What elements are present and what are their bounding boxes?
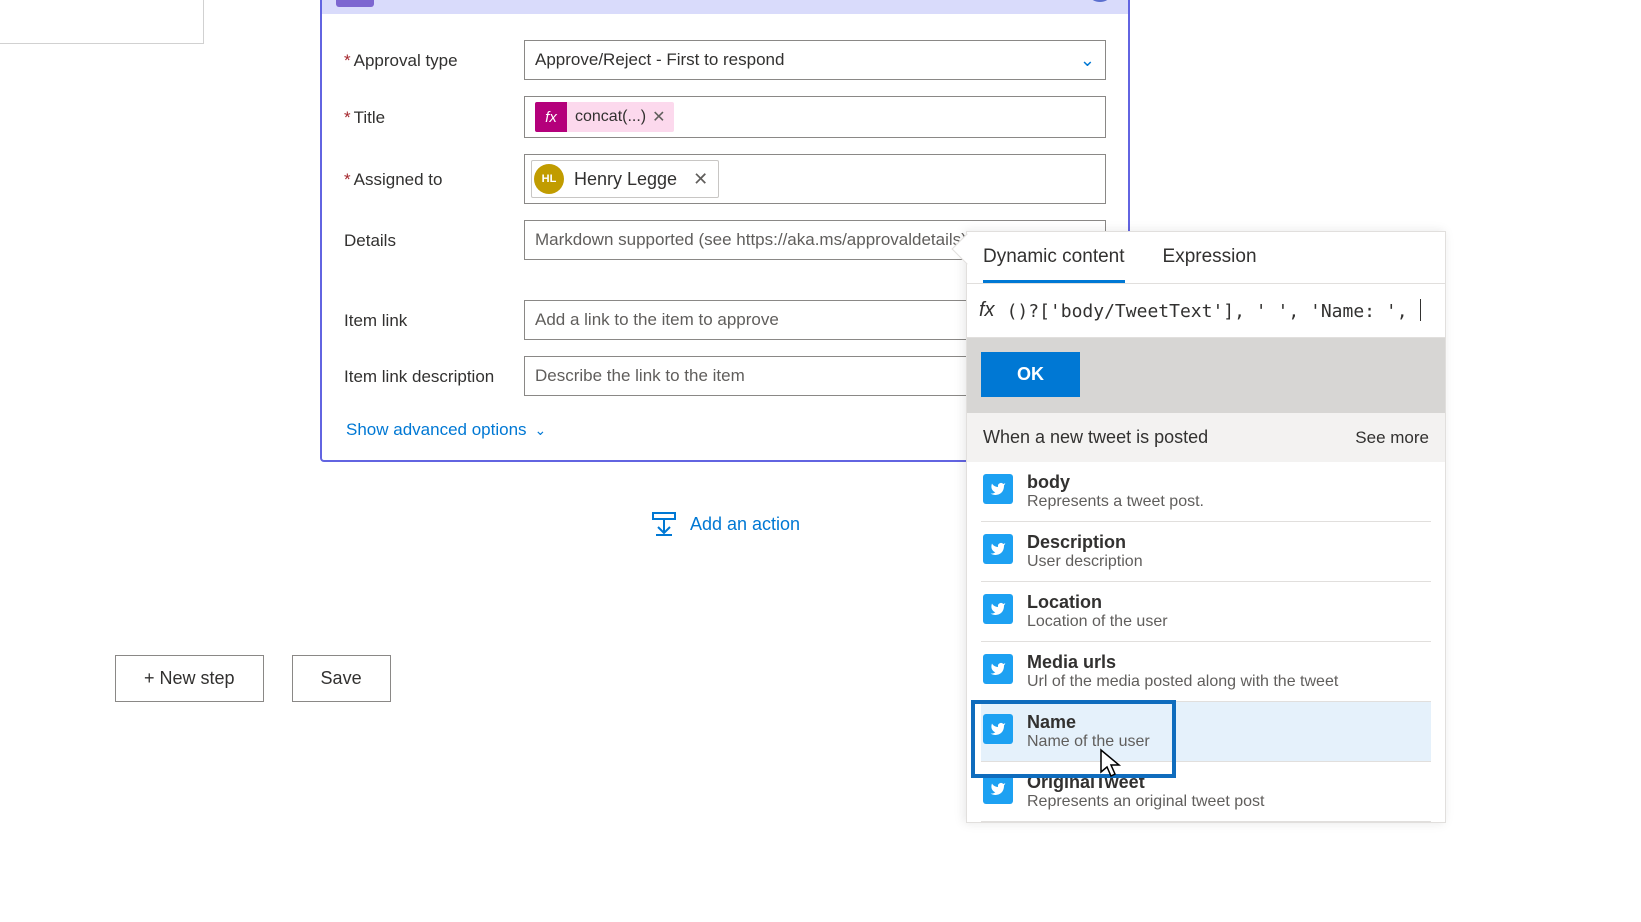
panel-tabs: Dynamic content Expression — [967, 232, 1445, 284]
item-link-desc-placeholder: Describe the link to the item — [535, 366, 745, 386]
item-desc: Url of the media posted along with the t… — [1027, 673, 1338, 691]
chevron-down-icon: ⌄ — [535, 422, 547, 439]
remove-person-icon[interactable]: ✕ — [687, 169, 708, 190]
item-title: Location — [1027, 592, 1168, 613]
item-link-placeholder: Add a link to the item to approve — [535, 310, 779, 330]
title-input[interactable]: fx concat(...) ✕ — [524, 96, 1106, 138]
title-label: *Title — [344, 106, 524, 128]
ok-button[interactable]: OK — [981, 352, 1080, 397]
item-desc: Represents a tweet post. — [1027, 493, 1204, 511]
avatar: HL — [534, 164, 564, 194]
item-desc: Represents an original tweet post — [1027, 793, 1264, 811]
item-title: Description — [1027, 532, 1143, 553]
item-desc: Location of the user — [1027, 613, 1168, 631]
item-link-label: Item link — [344, 309, 524, 331]
card-header[interactable] — [322, 0, 1128, 14]
assigned-to-label: *Assigned to — [344, 168, 524, 190]
section-title: When a new tweet is posted — [983, 427, 1208, 448]
tab-dynamic-content[interactable]: Dynamic content — [983, 246, 1125, 283]
person-name: Henry Legge — [574, 169, 677, 190]
dynamic-content-list: bodyRepresents a tweet post.DescriptionU… — [967, 462, 1445, 822]
twitter-icon — [983, 594, 1013, 624]
item-desc: Name of the user — [1027, 733, 1150, 751]
person-token[interactable]: HL Henry Legge ✕ — [531, 160, 719, 198]
left-panel-fragment — [0, 0, 204, 44]
dynamic-item-description[interactable]: DescriptionUser description — [981, 522, 1431, 582]
fx-icon: fx — [979, 299, 995, 322]
new-step-button[interactable]: + New step — [115, 655, 264, 702]
details-label: Details — [344, 229, 524, 251]
dynamic-item-originaltweet[interactable]: OriginalTweetRepresents an original twee… — [981, 762, 1431, 822]
twitter-icon — [983, 654, 1013, 684]
tab-expression[interactable]: Expression — [1163, 246, 1257, 283]
fx-icon: fx — [535, 102, 567, 132]
approval-type-value: Approve/Reject - First to respond — [535, 50, 784, 70]
dynamic-item-name[interactable]: NameName of the user — [981, 702, 1431, 762]
expression-input[interactable]: fx ()?['body/TweetText'], ' ', 'Name: ', — [967, 284, 1445, 338]
expression-text: ()?['body/TweetText'], ' ', 'Name: ', — [1007, 299, 1424, 322]
approvals-icon — [336, 0, 374, 7]
chevron-down-icon: ⌄ — [1080, 50, 1095, 71]
dynamic-item-location[interactable]: LocationLocation of the user — [981, 582, 1431, 642]
twitter-icon — [983, 474, 1013, 504]
add-action-icon — [650, 510, 678, 538]
twitter-icon — [983, 714, 1013, 744]
add-action-label: Add an action — [690, 514, 800, 535]
dynamic-item-body[interactable]: bodyRepresents a tweet post. — [981, 462, 1431, 522]
approval-type-select[interactable]: Approve/Reject - First to respond ⌄ — [524, 40, 1106, 80]
remove-token-icon[interactable]: ✕ — [652, 107, 665, 127]
item-title: body — [1027, 472, 1204, 493]
twitter-icon — [983, 774, 1013, 804]
see-more-link[interactable]: See more — [1355, 428, 1429, 448]
assigned-to-input[interactable]: HL Henry Legge ✕ — [524, 154, 1106, 204]
save-button[interactable]: Save — [292, 655, 391, 702]
dynamic-item-media-urls[interactable]: Media urlsUrl of the media posted along … — [981, 642, 1431, 702]
item-desc: User description — [1027, 553, 1143, 571]
collapse-icon[interactable] — [1086, 0, 1114, 2]
details-placeholder: Markdown supported (see https://aka.ms/a… — [535, 230, 967, 250]
trigger-section-header: When a new tweet is posted See more — [967, 413, 1445, 462]
add-an-action[interactable]: Add an action — [650, 510, 800, 538]
item-title: Media urls — [1027, 652, 1338, 673]
token-text: concat(...) — [575, 108, 646, 126]
item-link-desc-label: Item link description — [344, 365, 524, 387]
twitter-icon — [983, 534, 1013, 564]
concat-expression-token[interactable]: fx concat(...) ✕ — [535, 102, 674, 132]
approval-type-label: *Approval type — [344, 49, 524, 71]
item-title: OriginalTweet — [1027, 772, 1264, 793]
item-title: Name — [1027, 712, 1150, 733]
expression-panel: Dynamic content Expression fx ()?['body/… — [966, 231, 1446, 823]
